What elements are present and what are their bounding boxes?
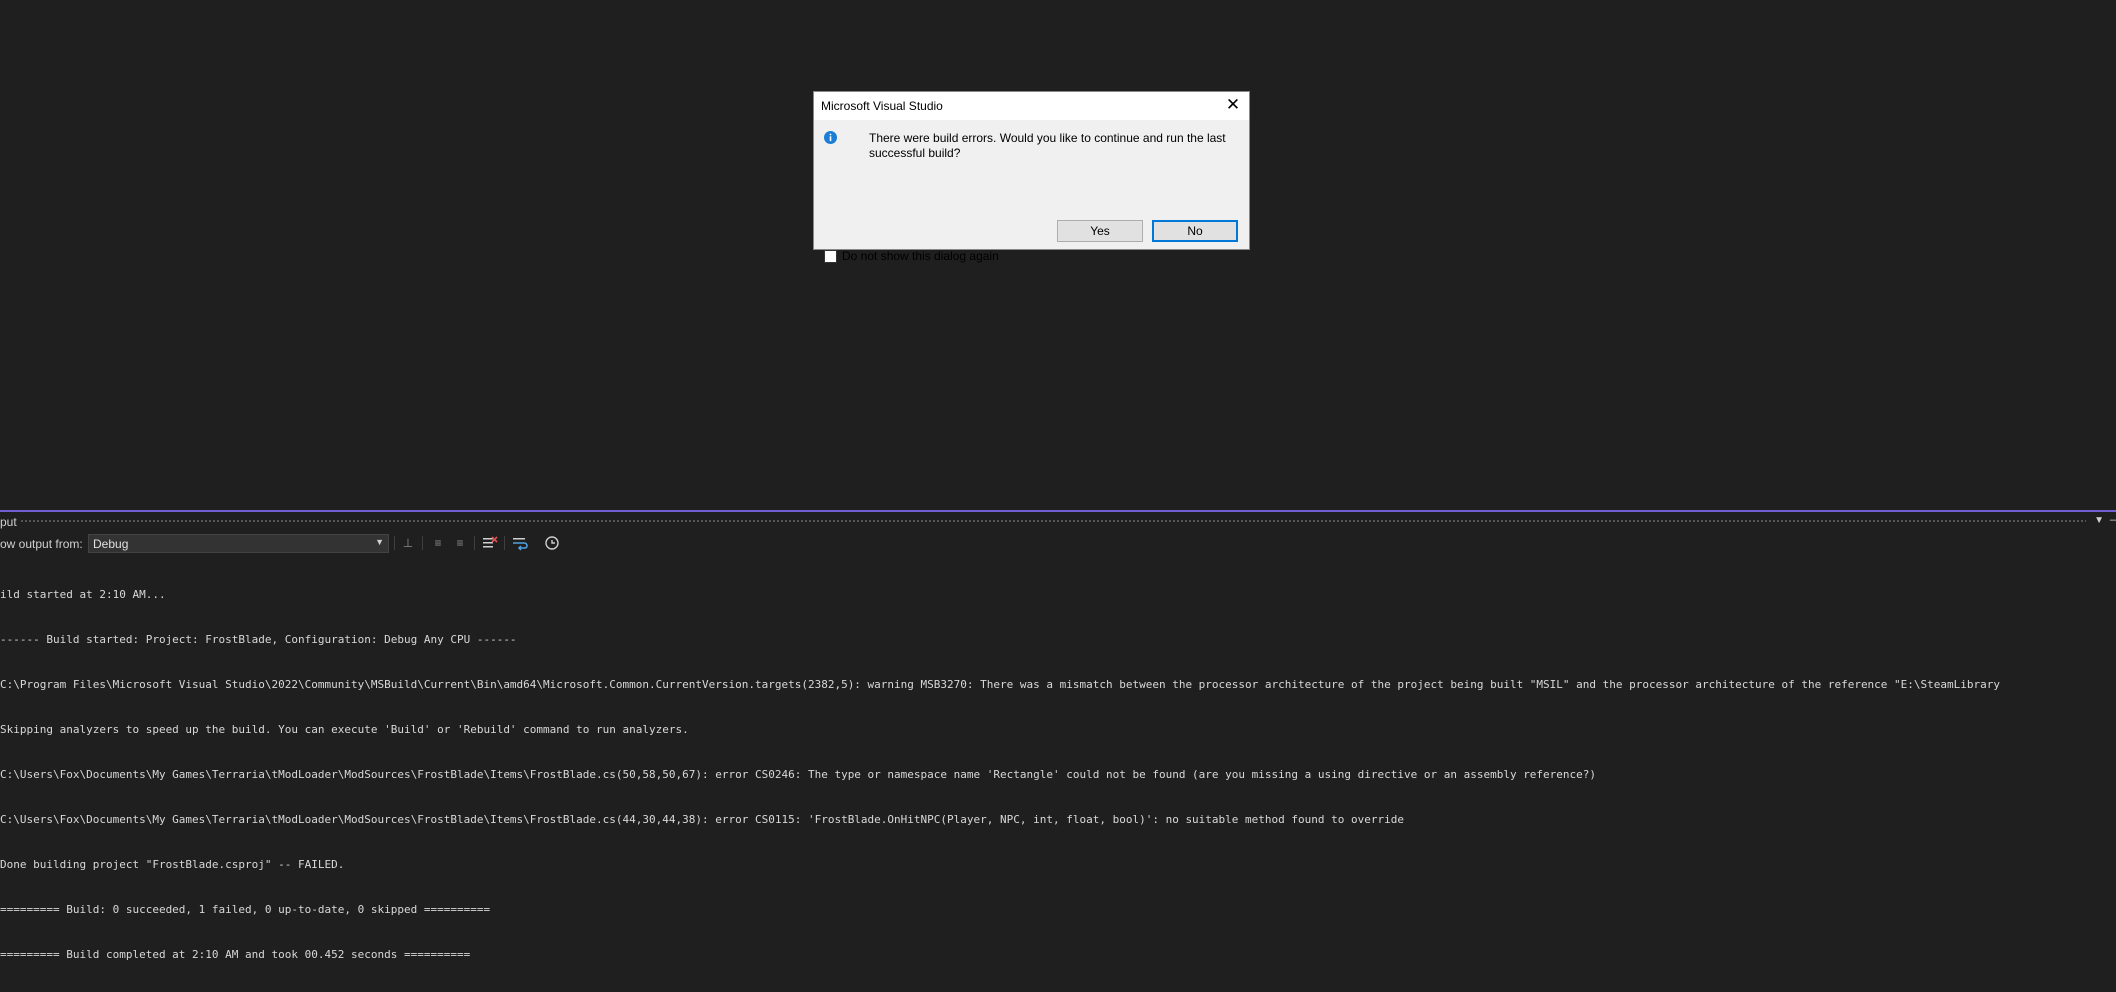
dialog-body: There were build errors. Would you like …: [814, 120, 1249, 263]
output-line: C:\Program Files\Microsoft Visual Studio…: [0, 678, 2001, 691]
output-line: Skipping analyzers to speed up the build…: [0, 723, 689, 736]
previous-message-icon[interactable]: ≡: [429, 535, 447, 551]
yes-button[interactable]: Yes: [1057, 220, 1143, 242]
output-line: Done building project "FrostBlade.csproj…: [0, 858, 345, 871]
dialog-message: There were build errors. Would you like …: [869, 131, 1226, 160]
drag-grip[interactable]: [20, 519, 2086, 524]
clear-all-icon[interactable]: [481, 535, 499, 551]
show-output-from-label: ow output from:: [0, 537, 83, 551]
chevron-down-icon[interactable]: ▼: [2094, 515, 2104, 526]
editor-area: [0, 0, 2116, 510]
find-message-icon[interactable]: ⊥: [399, 535, 417, 551]
output-source-value: Debug: [93, 537, 129, 551]
toolbar-separator: [394, 536, 395, 550]
dont-show-again-label: Do not show this dialog again: [842, 249, 999, 263]
output-pane: put ▼ – ow output from: Debug ▼ ⊥ ≡ ≡ il…: [0, 510, 2116, 961]
word-wrap-icon[interactable]: [511, 535, 529, 551]
output-line: C:\Users\Fox\Documents\My Games\Terraria…: [0, 768, 1597, 781]
info-icon: [824, 131, 837, 144]
output-line: C:\Users\Fox\Documents\My Games\Terraria…: [0, 813, 1404, 826]
toolbar-separator: [504, 536, 505, 550]
output-pane-title: put: [0, 515, 17, 529]
build-errors-dialog: Microsoft Visual Studio ✕ There were bui…: [813, 91, 1250, 263]
output-source-select[interactable]: Debug ▼: [88, 534, 389, 553]
clock-icon[interactable]: [543, 535, 561, 551]
dialog-title: Microsoft Visual Studio: [821, 99, 943, 113]
pin-icon[interactable]: –: [2110, 514, 2116, 526]
close-icon[interactable]: ✕: [1221, 94, 1245, 116]
output-line: ========= Build: 0 succeeded, 1 failed, …: [0, 903, 491, 916]
output-line: ild started at 2:10 AM...: [0, 588, 166, 601]
output-line: ------ Build started: Project: FrostBlad…: [0, 633, 517, 646]
dont-show-again-checkbox[interactable]: [824, 249, 837, 263]
dialog-titlebar[interactable]: Microsoft Visual Studio ✕: [814, 92, 1249, 120]
toolbar-separator: [422, 536, 423, 550]
toolbar-separator: [474, 536, 475, 550]
output-pane-header[interactable]: put ▼ –: [0, 512, 2116, 530]
output-toolbar: ow output from: Debug ▼ ⊥ ≡ ≡: [0, 531, 2116, 555]
no-button[interactable]: No: [1152, 220, 1238, 242]
chevron-down-icon: ▼: [375, 537, 384, 547]
next-message-icon[interactable]: ≡: [451, 535, 469, 551]
output-line: ========= Build completed at 2:10 AM and…: [0, 948, 471, 961]
dont-show-again-row[interactable]: Do not show this dialog again: [824, 249, 999, 263]
output-log[interactable]: ild started at 2:10 AM... ------ Build s…: [0, 557, 2116, 992]
